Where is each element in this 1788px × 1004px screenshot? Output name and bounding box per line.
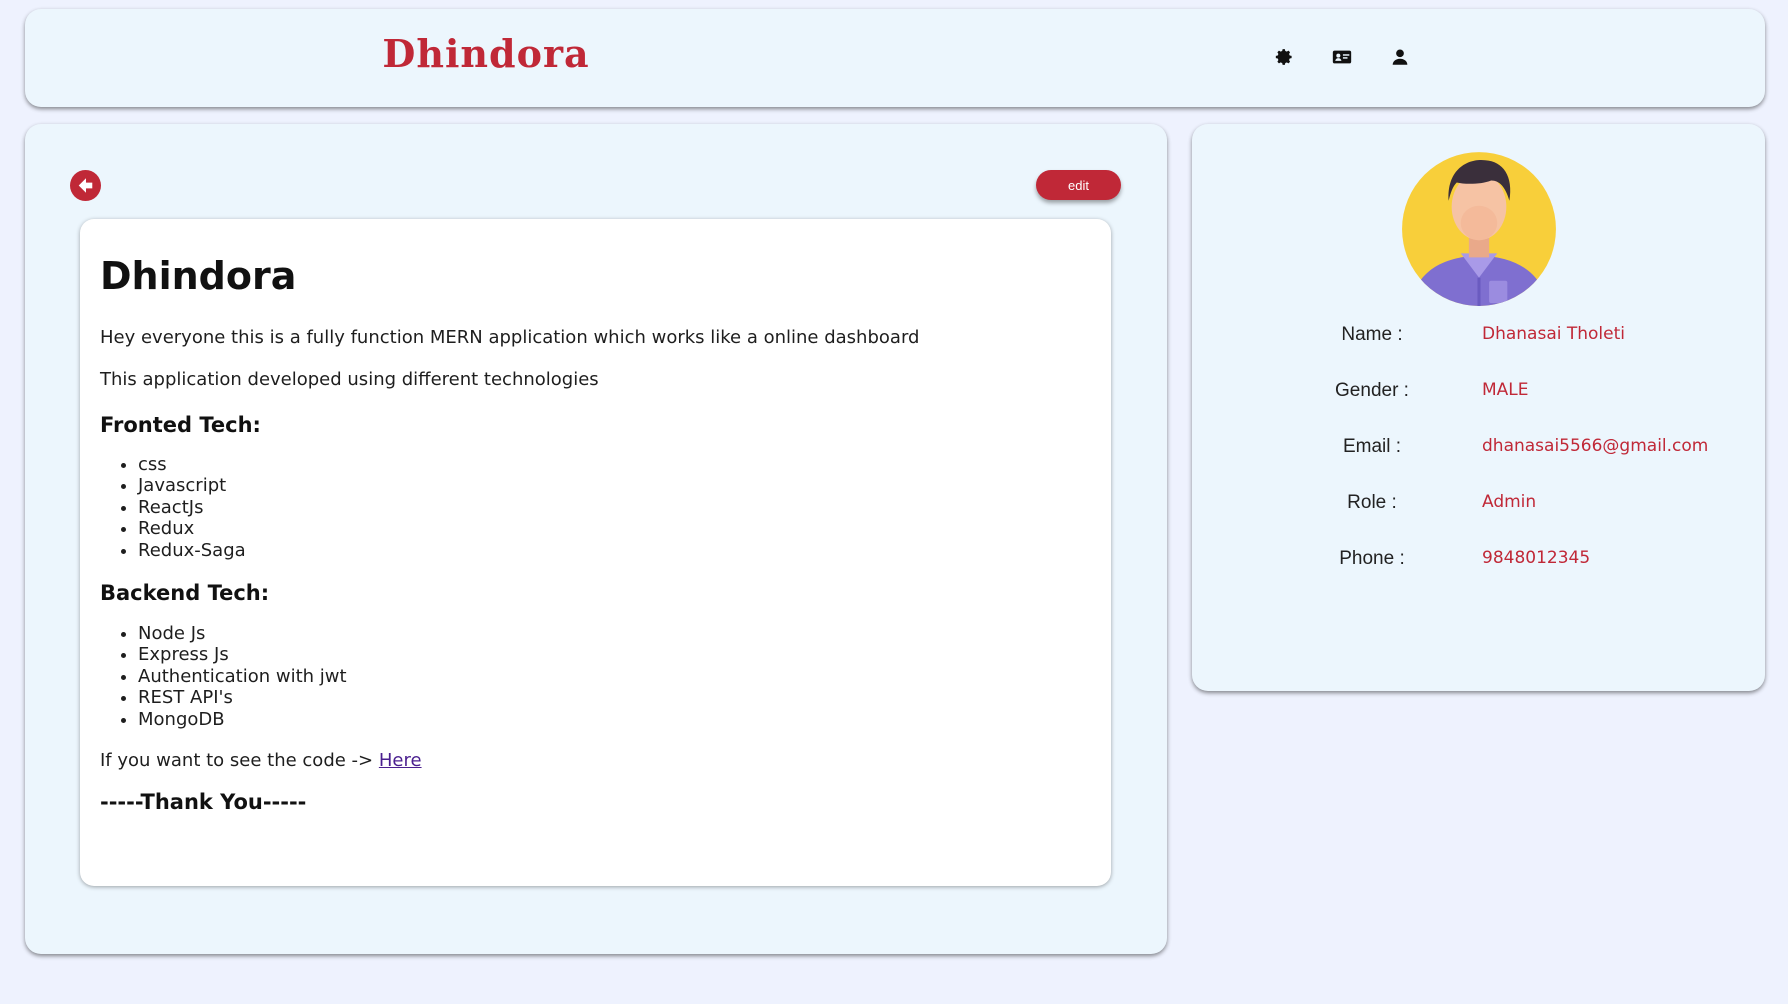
brand-logo[interactable]: Dhindora (371, 31, 601, 76)
list-item: Express Js (138, 644, 1091, 666)
article-title: Dhindora (100, 254, 297, 298)
list-item: Node Js (138, 623, 1091, 645)
code-line: If you want to see the code -> Here (100, 748, 1091, 774)
edit-button[interactable]: edit (1036, 170, 1121, 200)
list-item: MongoDB (138, 709, 1091, 731)
gear-icon[interactable] (1273, 46, 1295, 68)
list-item: Javascript (138, 475, 1091, 497)
profile-row-email: Email : dhanasai5566@gmail.com (1192, 436, 1765, 460)
thank-you-text: -----Thank You----- (100, 790, 307, 815)
article-intro-2: This application developed using differe… (100, 368, 599, 390)
code-link[interactable]: Here (379, 750, 422, 771)
id-card-icon[interactable] (1331, 46, 1353, 68)
avatar (1398, 144, 1560, 306)
profile-panel: Name : Dhanasai Tholeti Gender : MALE Em… (1192, 124, 1765, 691)
article-card: Dhindora Hey everyone this is a fully fu… (80, 219, 1111, 886)
back-button[interactable] (70, 170, 101, 201)
list-item: css (138, 454, 1091, 476)
list-item: REST API's (138, 687, 1091, 709)
backend-list: Node Js Express Js Authentication with j… (100, 623, 1091, 731)
role-label: Role : (1347, 492, 1397, 513)
frontend-heading: Fronted Tech: (100, 412, 261, 437)
profile-row-phone: Phone : 9848012345 (1192, 548, 1765, 572)
phone-value: 9848012345 (1482, 548, 1591, 568)
arrow-left-icon (78, 178, 93, 193)
about-panel: edit Dhindora Hey everyone this is a ful… (25, 124, 1167, 954)
phone-label: Phone : (1339, 548, 1405, 569)
gender-value: MALE (1482, 380, 1529, 400)
profile-row-role: Role : Admin (1192, 492, 1765, 516)
name-value: Dhanasai Tholeti (1482, 324, 1626, 344)
list-item: Redux-Saga (138, 540, 1091, 562)
user-icon[interactable] (1389, 46, 1411, 68)
list-item: ReactJs (138, 497, 1091, 519)
article-intro: Hey everyone this is a fully function ME… (100, 326, 920, 348)
profile-row-gender: Gender : MALE (1192, 380, 1765, 404)
list-item: Redux (138, 518, 1091, 540)
email-value: dhanasai5566@gmail.com (1482, 436, 1709, 456)
list-item: Authentication with jwt (138, 666, 1091, 688)
top-navbar: Dhindora (25, 9, 1765, 107)
role-value: Admin (1482, 492, 1537, 512)
frontend-list: css Javascript ReactJs Redux Redux-Saga (100, 454, 1091, 562)
name-label: Name : (1341, 324, 1403, 345)
backend-heading: Backend Tech: (100, 581, 270, 606)
gender-label: Gender : (1335, 380, 1409, 401)
email-label: Email : (1342, 436, 1402, 457)
profile-row-name: Name : Dhanasai Tholeti (1192, 324, 1765, 348)
code-text: If you want to see the code -> (100, 750, 374, 772)
